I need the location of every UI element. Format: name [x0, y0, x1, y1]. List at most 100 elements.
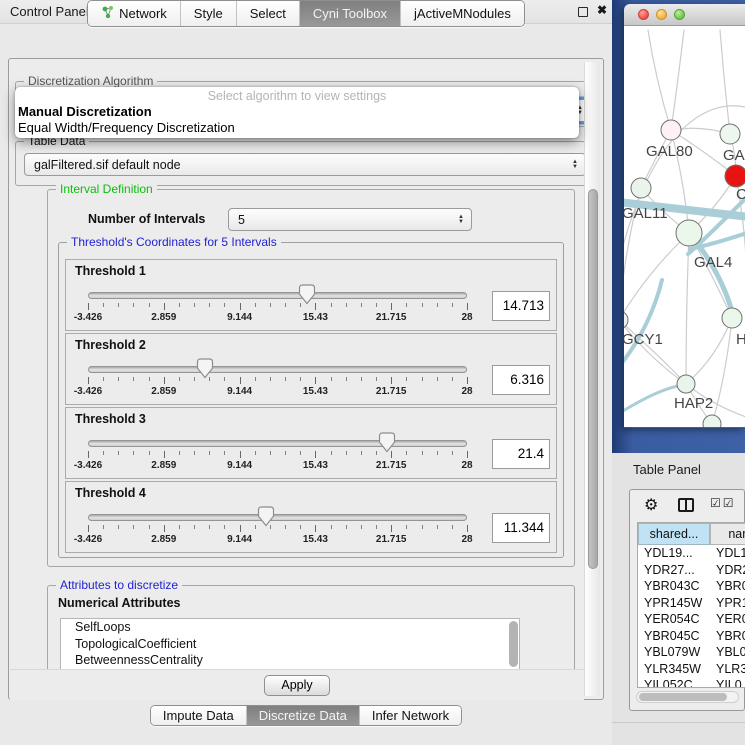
slider-thumb[interactable] — [258, 506, 275, 527]
network-node-label: GAL4 — [694, 254, 732, 271]
tab-select[interactable]: Select — [236, 1, 299, 26]
tick-mark — [391, 303, 392, 310]
apply-button[interactable]: Apply — [264, 675, 330, 696]
tick-label: 21.715 — [376, 534, 407, 545]
tick-label: 28 — [461, 312, 472, 323]
table-row[interactable]: YPR145WYPR1 — [638, 595, 745, 612]
control-panel: Control Panel ✖ NetworkStyleSelectCyni T… — [0, 0, 612, 745]
table-hscrollbar-thumb[interactable] — [639, 693, 727, 701]
tab-style[interactable]: Style — [180, 1, 236, 26]
table-row[interactable]: YDL19...YDL1 — [638, 545, 745, 562]
slider-track[interactable] — [88, 514, 467, 521]
node-table[interactable]: shared...name YDL19...YDL1YDR27...YDR2YB… — [637, 522, 745, 688]
tick-mark — [422, 303, 423, 307]
tick-label: 28 — [461, 460, 472, 471]
tick-mark — [452, 525, 453, 529]
tick-label: -3.426 — [74, 534, 102, 545]
tick-mark — [467, 451, 468, 458]
column-header-shared[interactable]: shared... — [638, 523, 710, 545]
close-light-icon[interactable] — [638, 9, 649, 20]
tab-label: Cyni Toolbox — [313, 6, 387, 21]
threshold-value-field[interactable]: 14.713 — [492, 291, 550, 321]
status-divider — [612, 722, 745, 723]
slider-track[interactable] — [88, 440, 467, 447]
slider-track[interactable] — [88, 292, 467, 299]
panel-scrollbar-thumb[interactable] — [588, 189, 598, 569]
algorithm-option-equal-width-frequency-discretization[interactable]: Equal Width/Frequency Discretization — [15, 120, 579, 136]
tick-mark — [255, 525, 256, 529]
network-view[interactable]: GAL80GACGAL11GAL4GCY1HHAP2 — [624, 26, 745, 427]
algorithm-option-manual-discretization[interactable]: Manual Discretization — [15, 104, 579, 120]
network-edge — [720, 30, 730, 134]
threshold-slider[interactable]: -3.4262.8599.14415.4321.71528 — [72, 282, 483, 329]
network-edge — [686, 318, 732, 384]
slider-track[interactable] — [88, 366, 467, 373]
table-hscrollbar-track[interactable] — [636, 691, 739, 703]
table-row[interactable]: YIL052CYIL0 — [638, 677, 745, 688]
attribute-item-topologicalcoefficient[interactable]: TopologicalCoefficient — [61, 636, 519, 653]
tab-cyni-toolbox[interactable]: Cyni Toolbox — [299, 1, 400, 26]
tab-discretize-data[interactable]: Discretize Data — [246, 706, 359, 725]
slider-thumb[interactable] — [379, 432, 396, 453]
column-header-name[interactable]: name — [710, 523, 745, 545]
threshold-row: -3.4262.8599.14415.4321.71528 21.4 — [72, 431, 550, 476]
table-row[interactable]: YER054CYER0 — [638, 611, 745, 628]
threshold-value-field[interactable]: 21.4 — [492, 439, 550, 469]
split-columns-icon[interactable] — [678, 498, 694, 512]
tick-label: 28 — [461, 534, 472, 545]
tick-mark — [88, 451, 89, 458]
threshold-slider[interactable]: -3.4262.8599.14415.4321.71528 — [72, 356, 483, 403]
network-node — [720, 124, 740, 144]
tick-label: 15.43 — [303, 312, 328, 323]
attribute-item-betweennesscentrality[interactable]: BetweennessCentrality — [61, 652, 519, 669]
tab-label: Discretize Data — [259, 708, 347, 723]
tab-network[interactable]: Network — [88, 1, 180, 26]
tick-mark — [133, 377, 134, 381]
table-row[interactable]: YDR27...YDR2 — [638, 562, 745, 579]
network-window[interactable]: GAL80GACGAL11GAL4GCY1HHAP2 — [624, 4, 745, 428]
apply-strip: Apply — [10, 669, 584, 700]
number-of-intervals-combobox[interactable]: 5 ▲▼ — [228, 208, 472, 231]
tick-label: 15.43 — [303, 386, 328, 397]
panel-scrollbar-track[interactable] — [584, 62, 600, 696]
slider-thumb[interactable] — [197, 358, 214, 379]
tick-mark — [376, 377, 377, 381]
table-data-group: Table Data galFiltered.sif default node … — [15, 141, 595, 186]
minimize-light-icon[interactable] — [656, 9, 667, 20]
cell-name: YIL0 — [710, 677, 745, 688]
table-row[interactable]: YBR043CYBR0 — [638, 578, 745, 595]
tab-infer-network[interactable]: Infer Network — [359, 706, 461, 725]
attribute-item-selfloops[interactable]: SelfLoops — [61, 619, 519, 636]
tick-mark — [361, 377, 362, 381]
tick-mark — [209, 303, 210, 307]
network-node — [703, 415, 721, 427]
cell-name: YBR0 — [710, 628, 745, 645]
table-row[interactable]: YBL079WYBL0 — [638, 644, 745, 661]
threshold-value-field[interactable]: 11.344 — [492, 513, 550, 543]
gear-icon[interactable]: ⚙ — [644, 495, 658, 515]
tick-mark — [361, 303, 362, 307]
network-edge — [648, 30, 671, 130]
tick-mark — [346, 451, 347, 455]
tab-jactivemnodules[interactable]: jActiveMNodules — [400, 1, 524, 26]
table-row[interactable]: YBR045CYBR0 — [638, 628, 745, 645]
zoom-light-icon[interactable] — [674, 9, 685, 20]
list-scrollbar-thumb[interactable] — [509, 621, 518, 667]
tick-mark — [103, 377, 104, 381]
tick-label: 9.144 — [227, 386, 252, 397]
network-graph: GAL80GACGAL11GAL4GCY1HHAP2 — [624, 26, 745, 427]
slider-thumb[interactable] — [298, 284, 315, 305]
tick-mark — [224, 451, 225, 455]
tab-impute-data[interactable]: Impute Data — [151, 706, 246, 725]
tick-mark — [452, 451, 453, 455]
threshold-value-field[interactable]: 6.316 — [492, 365, 550, 395]
table-row[interactable]: YLR345WYLR3 — [638, 661, 745, 678]
tick-mark — [149, 377, 150, 381]
table-data-combobox[interactable]: galFiltered.sif default node ▲▼ — [24, 153, 586, 176]
checkbox-icons[interactable]: ☑☑ — [710, 496, 736, 510]
threshold-slider[interactable]: -3.4262.8599.14415.4321.71528 — [72, 430, 483, 477]
table-data-value: galFiltered.sif default node — [34, 158, 181, 172]
threshold-slider[interactable]: -3.4262.8599.14415.4321.71528 — [72, 504, 483, 551]
network-node-label: GAL11 — [624, 205, 668, 222]
cell-name: YDL1 — [710, 545, 745, 562]
